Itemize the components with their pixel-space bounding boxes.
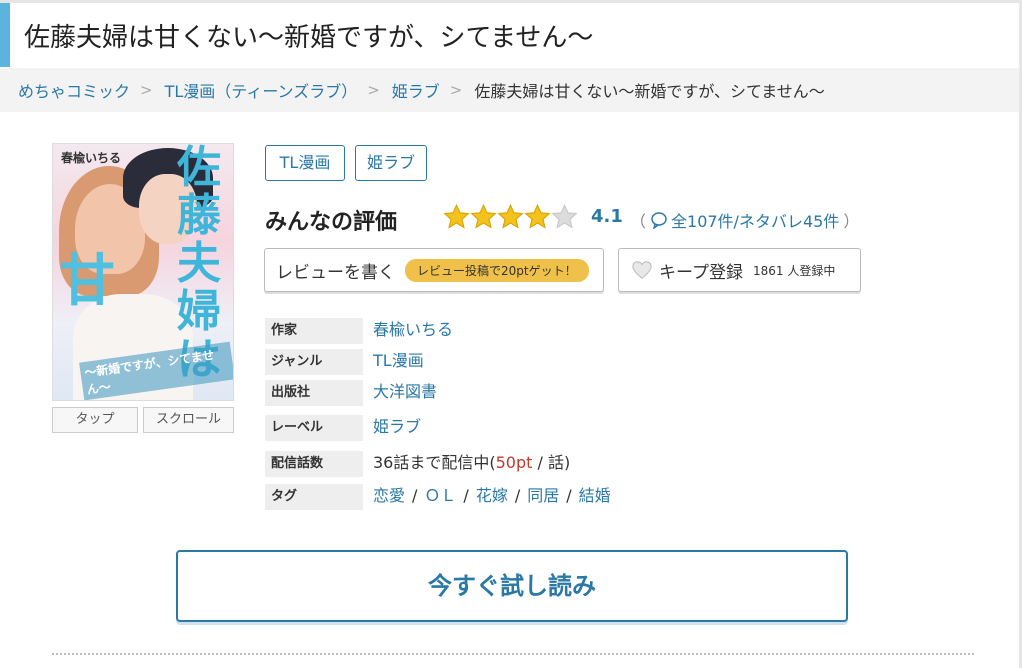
heart-icon [632,261,652,279]
rating-value: 4.1 [591,206,623,227]
chevron-right-icon: > [140,81,153,99]
star-icon [524,203,551,229]
title-bar: 佐藤夫婦は甘くない〜新婚ですが、シてません〜 [0,3,1019,67]
star-icon [443,203,470,229]
section-divider [52,653,974,655]
tag-link[interactable]: 花嫁 [476,486,508,505]
trial-read-button[interactable]: 今すぐ試し読み [176,550,848,622]
paren-open: （ [630,212,647,231]
page-title: 佐藤夫婦は甘くない〜新婚ですが、シてません〜 [24,23,594,53]
breadcrumb-current: 佐藤夫婦は甘くない〜新婚ですが、シてません〜 [474,82,825,101]
info-label-genre: ジャンル [265,349,363,375]
genre-link[interactable]: TL漫画 [373,347,424,371]
chevron-right-icon: > [449,81,463,99]
tag-link[interactable]: 結婚 [579,486,611,505]
tag-separator: / [463,486,469,505]
breadcrumb-link-home[interactable]: めちゃコミック [18,78,130,102]
tag-button-hime[interactable]: 姫ラブ [355,145,427,181]
keep-button[interactable]: キープ登録 1861 人登録中 [618,248,861,292]
breadcrumb-link-tl[interactable]: TL漫画（ティーンズラブ） [165,78,358,102]
review-count-link[interactable]: 全107件/ネタバレ45件 [671,208,839,232]
rating-heading: みんなの評価 [265,210,398,235]
write-review-button[interactable]: レビューを書く レビュー投稿で20ptゲット！ [264,248,604,292]
star-icon [497,203,524,229]
info-label-label: レーベル [265,415,363,441]
info-label-publisher: 出版社 [265,380,363,406]
review-point-badge: レビュー投稿で20ptゲット！ [405,258,589,282]
info-label-author: 作家 [265,318,363,344]
tag-link[interactable]: ＯＬ [424,486,456,505]
star-empty-icon [551,203,578,229]
breadcrumb: めちゃコミック > TL漫画（ティーンズラブ） > 姫ラブ > 佐藤夫婦は甘くな… [0,68,1019,112]
episode-price: 50pt [495,453,533,472]
episodes-prefix: 36話まで配信中( [373,453,496,472]
keep-count: 1861 人登録中 [752,263,836,278]
publisher-link[interactable]: 大洋図書 [373,378,437,402]
rating-count: （ 全107件/ネタバレ45件 ） [626,208,863,232]
keep-label: キープ登録 [659,262,743,283]
tag-separator: / [412,486,418,505]
rating-stars [443,203,578,231]
cover-title-big: 甘 [59,249,115,314]
cover-image[interactable]: 春楡いちる 佐藤夫婦は 甘 〜新婚ですが、シてません〜 [52,143,234,401]
write-review-label: レビューを書く [276,262,395,283]
cover-author: 春楡いちる [61,151,122,165]
chevron-right-icon: > [367,81,380,99]
paren-close: ） [843,212,860,231]
tag-separator: / [566,486,572,505]
tag-link[interactable]: 恋愛 [373,486,405,505]
tag-button-tl[interactable]: TL漫画 [265,145,345,181]
info-label-tags: タグ [265,484,363,510]
tap-button[interactable]: タップ [52,407,138,433]
star-icon [470,203,497,229]
info-label-episodes: 配信話数 [265,451,363,477]
tag-link[interactable]: 同居 [527,486,559,505]
label-link[interactable]: 姫ラブ [373,413,421,437]
tag-separator: / [514,486,521,505]
episodes-value: 36話まで配信中(50pt / 話) [373,449,570,473]
scroll-button[interactable]: スクロール [143,407,234,433]
episodes-suffix: / 話) [532,453,571,472]
breadcrumb-link-label[interactable]: 姫ラブ [392,78,440,102]
author-link[interactable]: 春楡いちる [373,316,453,340]
tag-list: 恋愛 / ＯＬ / 花嫁 / 同居 / 結婚 [373,482,611,506]
speech-bubble-icon [651,212,667,229]
